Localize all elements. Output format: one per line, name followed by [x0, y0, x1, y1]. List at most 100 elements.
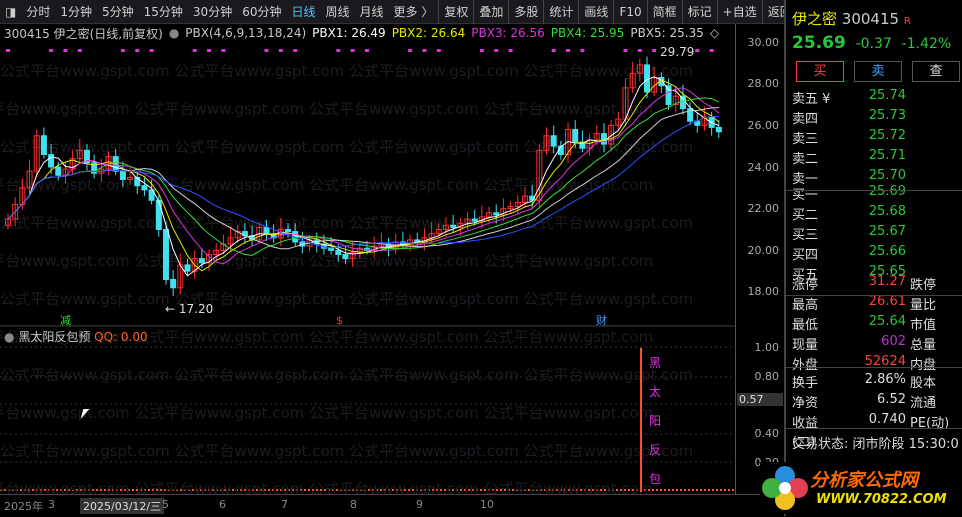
sub-current-value: 0.57	[737, 393, 783, 406]
watermark: 公式平台www.gspt.com 公式平台www.gspt.com 公式平台ww…	[0, 366, 693, 384]
signal-dot	[350, 49, 355, 52]
tab-period[interactable]: 30分钟	[188, 3, 237, 20]
sub-tick: 0.80	[754, 370, 780, 383]
signal-dot	[278, 49, 283, 52]
watermark: 公式平台www.gspt.com 公式平台www.gspt.com 公式平台ww…	[0, 62, 693, 80]
row-value: 25.72	[868, 128, 906, 143]
candle-body	[48, 153, 55, 168]
sub-indicator-title: ● 黑太阳反包预 QQ: 0.00	[4, 328, 148, 345]
cursor-date: 2025/03/12/三	[80, 498, 165, 514]
date-tick: 7	[281, 498, 288, 511]
tab-period[interactable]: 1分钟	[55, 3, 97, 20]
signal-dot	[422, 49, 427, 52]
tab-period[interactable]: 5分钟	[97, 3, 139, 20]
fq-button[interactable]: 复权	[438, 0, 473, 24]
r-badge: R	[903, 16, 911, 27]
bid-row: 买三 25.67	[792, 224, 962, 244]
overlay-button[interactable]: 叠加	[473, 0, 508, 24]
period-toolbar: ◨ 分时 1分钟 5分钟 15分钟 30分钟 60分钟 日线 周线 月线 更多 …	[0, 0, 792, 24]
signal-dot	[623, 49, 628, 52]
row-label: 换手	[792, 376, 819, 391]
row-value: 31.27	[868, 274, 906, 289]
chart-title: 300415 伊之密(日线,前复权)	[4, 26, 163, 41]
tab-period[interactable]: 分时	[21, 3, 55, 20]
signal-dot	[580, 49, 585, 52]
watermark: 公式平台www.gspt.com 公式平台www.gspt.com 公式平台ww…	[0, 480, 653, 494]
low-label: ← 17.20	[165, 302, 213, 316]
dropdown-icon[interactable]: ●	[169, 26, 179, 40]
row-value: 52624	[864, 354, 906, 369]
ask-row: 卖三 25.72	[792, 128, 962, 148]
sell-button[interactable]: 卖	[854, 61, 902, 82]
signal-dot	[149, 49, 154, 52]
simple-button[interactable]: 简框	[646, 0, 682, 24]
tab-period[interactable]: 月线	[355, 3, 389, 20]
tab-daily[interactable]: 日线	[286, 3, 320, 20]
flower-logo-icon	[762, 466, 808, 510]
date-tick: 2025年	[4, 500, 43, 513]
tab-period[interactable]: 15分钟	[139, 3, 188, 20]
tab-period[interactable]: 60分钟	[237, 3, 286, 20]
row-label-right: 市值	[910, 318, 937, 333]
add-watchlist-button[interactable]: +自选	[716, 0, 762, 24]
f10-button[interactable]: F10	[613, 0, 646, 24]
candle-body	[572, 128, 579, 143]
price-tick: 26.00	[747, 119, 780, 132]
mark-button[interactable]: 标记	[681, 0, 717, 24]
more-button[interactable]: 更多 〉	[389, 3, 439, 20]
multi-button[interactable]: 多股	[508, 0, 543, 24]
quote-panel: 伊之密 300415 R 25.69 -0.37 -1.42% 买 卖 查 卖五…	[760, 0, 962, 516]
row-value: 0.740	[868, 412, 906, 427]
signal-char: 反	[649, 443, 661, 457]
candle-body	[162, 228, 169, 280]
qq-value: QQ: 0.00	[94, 330, 148, 344]
candle-body	[40, 135, 47, 155]
buy-button[interactable]: 买	[796, 61, 844, 82]
row-label-right: 股本	[910, 376, 937, 391]
draw-button[interactable]: 画线	[578, 0, 613, 24]
layout-toggle-icon[interactable]: ◨	[0, 5, 21, 19]
row-value: 26.61	[868, 294, 906, 309]
sub-indicator-name[interactable]: 黑太阳反包预	[18, 330, 90, 344]
candle-body	[263, 226, 270, 235]
candle-body	[184, 264, 191, 272]
row-label: 最低	[792, 318, 819, 333]
row-label: 卖二	[792, 152, 819, 167]
site-logo: 分析家公式网 WWW.70822.COM	[760, 462, 962, 514]
ask-row: 卖四 25.73	[792, 108, 962, 128]
stat-row: 现量 602 总量	[792, 334, 962, 354]
signal-dot	[508, 49, 513, 52]
signal-dot	[479, 49, 484, 52]
row-value: 25.66	[868, 244, 906, 259]
candle-body	[600, 133, 607, 145]
dropdown-icon[interactable]: ●	[4, 330, 14, 344]
row-value: 25.67	[868, 224, 906, 239]
signal-dot	[365, 49, 369, 52]
row-label-right: 内盘	[910, 358, 937, 373]
stats-button[interactable]: 统计	[543, 0, 578, 24]
watermark: 公式平台www.gspt.com 公式平台www.gspt.com 公式平台ww…	[0, 100, 653, 118]
date-tick: 3	[48, 498, 55, 511]
pbx3-value: PBX3: 26.56	[471, 26, 545, 40]
row-label-right: 总量	[910, 338, 937, 353]
ask-row: 卖五 ¥ 25.74	[792, 88, 962, 108]
price-tick: 20.00	[747, 244, 780, 257]
diamond-icon[interactable]: ◇	[710, 26, 719, 40]
marker-cai: 财	[596, 313, 607, 327]
candle-body	[328, 247, 335, 251]
watermark: 公式平台www.gspt.com 公式平台www.gspt.com 公式平台ww…	[0, 290, 693, 308]
indicator-name[interactable]: PBX(4,6,9,13,18,24)	[185, 26, 306, 40]
signal-char: 包	[649, 472, 661, 486]
row-label-right: PE(动)	[910, 416, 950, 431]
query-button[interactable]: 查	[912, 61, 960, 82]
price-tick: 30.00	[747, 36, 780, 49]
marker-jian: 减	[60, 314, 71, 327]
kline-chart[interactable]: 公式平台www.gspt.com 公式平台www.gspt.com 公式平台ww…	[0, 42, 735, 494]
signal-dot	[192, 49, 197, 52]
candle-body	[119, 170, 126, 180]
row-label: 卖五 ¥	[792, 92, 831, 107]
stock-code: 300415	[841, 10, 900, 28]
signal-dot	[494, 49, 499, 52]
candle-body	[55, 166, 62, 176]
tab-period[interactable]: 周线	[321, 3, 355, 20]
